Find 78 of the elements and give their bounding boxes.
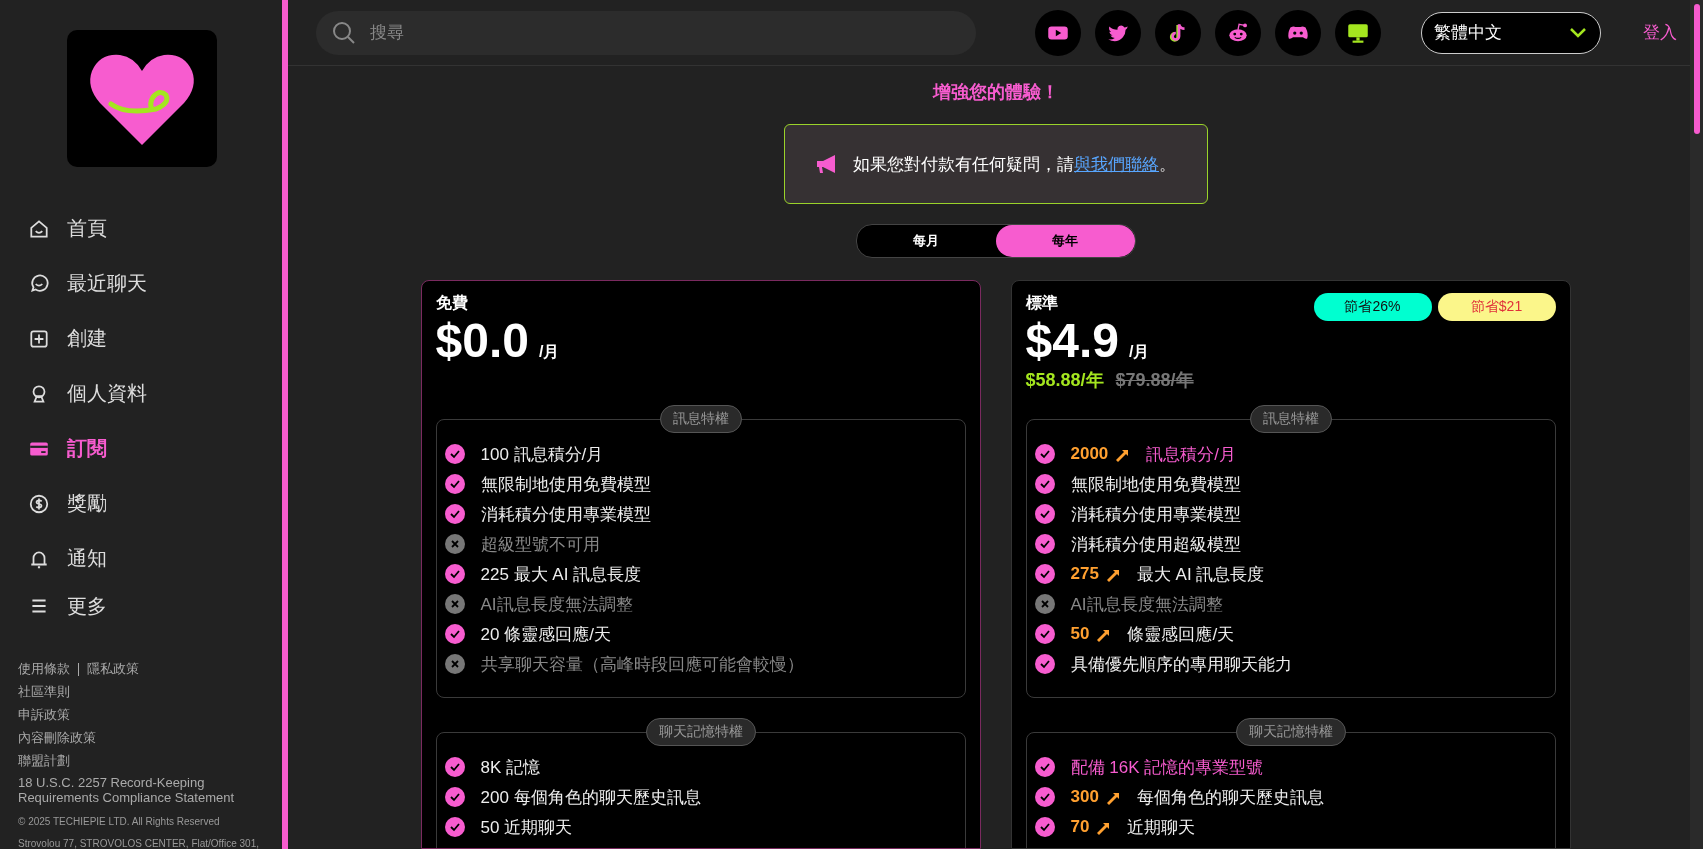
- feature-text: 無限制地使用免費模型: [480, 473, 651, 496]
- social-button[interactable]: [1215, 9, 1261, 56]
- login-button[interactable]: 登入: [1637, 20, 1683, 45]
- social-button[interactable]: [1095, 9, 1141, 56]
- feature-text: 配備 16K 記憶的專業型號: [1070, 756, 1264, 779]
- feature-text: 225 最大 AI 訊息長度: [480, 563, 642, 586]
- social-button[interactable]: [1335, 9, 1381, 56]
- sidebar-item[interactable]: 更多: [18, 586, 282, 626]
- feature-text: 消耗積分使用超級模型: [1070, 533, 1241, 556]
- footer-link[interactable]: 使用條款: [18, 660, 70, 678]
- feature-text: 消耗積分使用專業模型: [480, 503, 651, 526]
- plan-name: 免費: [435, 293, 469, 313]
- address-text: Strovolou 77, STROVOLOS CENTER, Flat/Office 301,: [18, 838, 260, 849]
- footer-link[interactable]: 聯盟計劃: [18, 752, 272, 770]
- feature-value: 50: [1070, 624, 1090, 644]
- feature-text: AI訊息長度無法調整: [1070, 593, 1223, 616]
- feature-text: 無限制地使用免費模型: [1070, 473, 1241, 496]
- scrollbar[interactable]: [1690, 0, 1703, 849]
- feature-text: 消耗積分使用專業模型: [1070, 503, 1241, 526]
- feature-text: 共享聊天容量（高峰時段回應可能會較慢）: [480, 653, 804, 676]
- section-label: 訊息特權: [659, 405, 742, 433]
- original-price: $79.88/年: [1115, 369, 1194, 393]
- sidebar-item[interactable]: 獎勵: [18, 476, 282, 531]
- sidebar-item[interactable]: 訂閱: [18, 421, 282, 476]
- feature-text: 20 條靈感回應/天: [480, 623, 611, 646]
- section-label: 聊天記憶特權: [1235, 718, 1346, 746]
- feature-value: 70: [1070, 817, 1090, 837]
- sidebar-item[interactable]: 最近聊天: [18, 256, 282, 311]
- sidebar-item[interactable]: 首頁: [18, 201, 282, 256]
- search-icon: [332, 20, 356, 45]
- sidebar-item[interactable]: 通知: [18, 531, 282, 586]
- section-label: 訊息特權: [1249, 405, 1332, 433]
- dollar-icon: [28, 492, 50, 515]
- notice-text: 如果您對付款有任何疑問，請與我們聯絡。: [853, 153, 1176, 176]
- feature-text: 50 近期聊天: [480, 816, 573, 839]
- footer-link[interactable]: 申訴政策: [18, 706, 272, 724]
- feature-text: 近期聊天: [1127, 816, 1196, 839]
- feature-text: 條靈感回應/天: [1127, 623, 1235, 646]
- chat-icon: [28, 272, 50, 295]
- feature-text: AI訊息長度無法調整: [480, 593, 633, 616]
- feature-text: 200 每個角色的聊天歷史訊息: [480, 786, 701, 809]
- plan-price: $4.9: [1025, 316, 1119, 367]
- chevron-down-icon: [1568, 25, 1588, 40]
- section-label: 聊天記憶特權: [645, 718, 756, 746]
- price-unit: /月: [538, 342, 560, 362]
- copyright-text: © 2025 TECHIEPIE LTD. All Rights Reserved: [18, 816, 221, 827]
- feature-text: 訊息積分/月: [1146, 443, 1237, 466]
- sidebar-item[interactable]: 個人資料: [18, 366, 282, 421]
- social-button[interactable]: [1035, 9, 1081, 56]
- savings-badge: 節省26%: [1313, 293, 1432, 321]
- plus-icon: [28, 327, 50, 350]
- contact-link[interactable]: 與我們聯絡: [1074, 154, 1159, 174]
- feature-text: 最大 AI 訊息長度: [1136, 563, 1265, 586]
- page-heading: 增強您的體驗！: [932, 81, 1059, 104]
- feature-text: 具備優先順序的專用聊天能力: [1070, 653, 1292, 676]
- plan-name: 標準: [1025, 293, 1059, 313]
- footer-link[interactable]: 社區準則: [18, 683, 272, 701]
- social-button[interactable]: [1275, 9, 1321, 56]
- feature-value: 2000: [1070, 444, 1109, 464]
- feature-text: 超級型號不可用: [480, 533, 600, 556]
- price-unit: /月: [1128, 342, 1150, 362]
- footer-link[interactable]: 內容刪除政策: [18, 729, 272, 747]
- yearly-price: $58.88/年: [1025, 369, 1104, 393]
- social-button[interactable]: [1155, 9, 1201, 56]
- feature-value: 275: [1070, 564, 1099, 584]
- savings-badge: 節省$21: [1437, 293, 1556, 321]
- language-select[interactable]: 繁體中文: [1421, 11, 1601, 54]
- plan-price: $0.0: [435, 316, 529, 367]
- feature-value: 300: [1070, 787, 1099, 807]
- feature-text: 8K 記憶: [480, 756, 541, 779]
- feature-text: 每個角色的聊天歷史訊息: [1136, 786, 1324, 809]
- billing-tab[interactable]: 每月: [856, 225, 996, 257]
- billing-tab[interactable]: 每年: [995, 225, 1135, 257]
- footer-link[interactable]: 18 U.S.C. 2257 Record-Keeping Requirements Compliance Statement: [18, 775, 272, 805]
- feature-text: 100 訊息積分/月: [480, 443, 604, 466]
- sidebar-item[interactable]: 創建: [18, 311, 282, 366]
- footer-link[interactable]: 隱私政策: [87, 660, 139, 678]
- search-field[interactable]: 搜尋: [316, 10, 976, 55]
